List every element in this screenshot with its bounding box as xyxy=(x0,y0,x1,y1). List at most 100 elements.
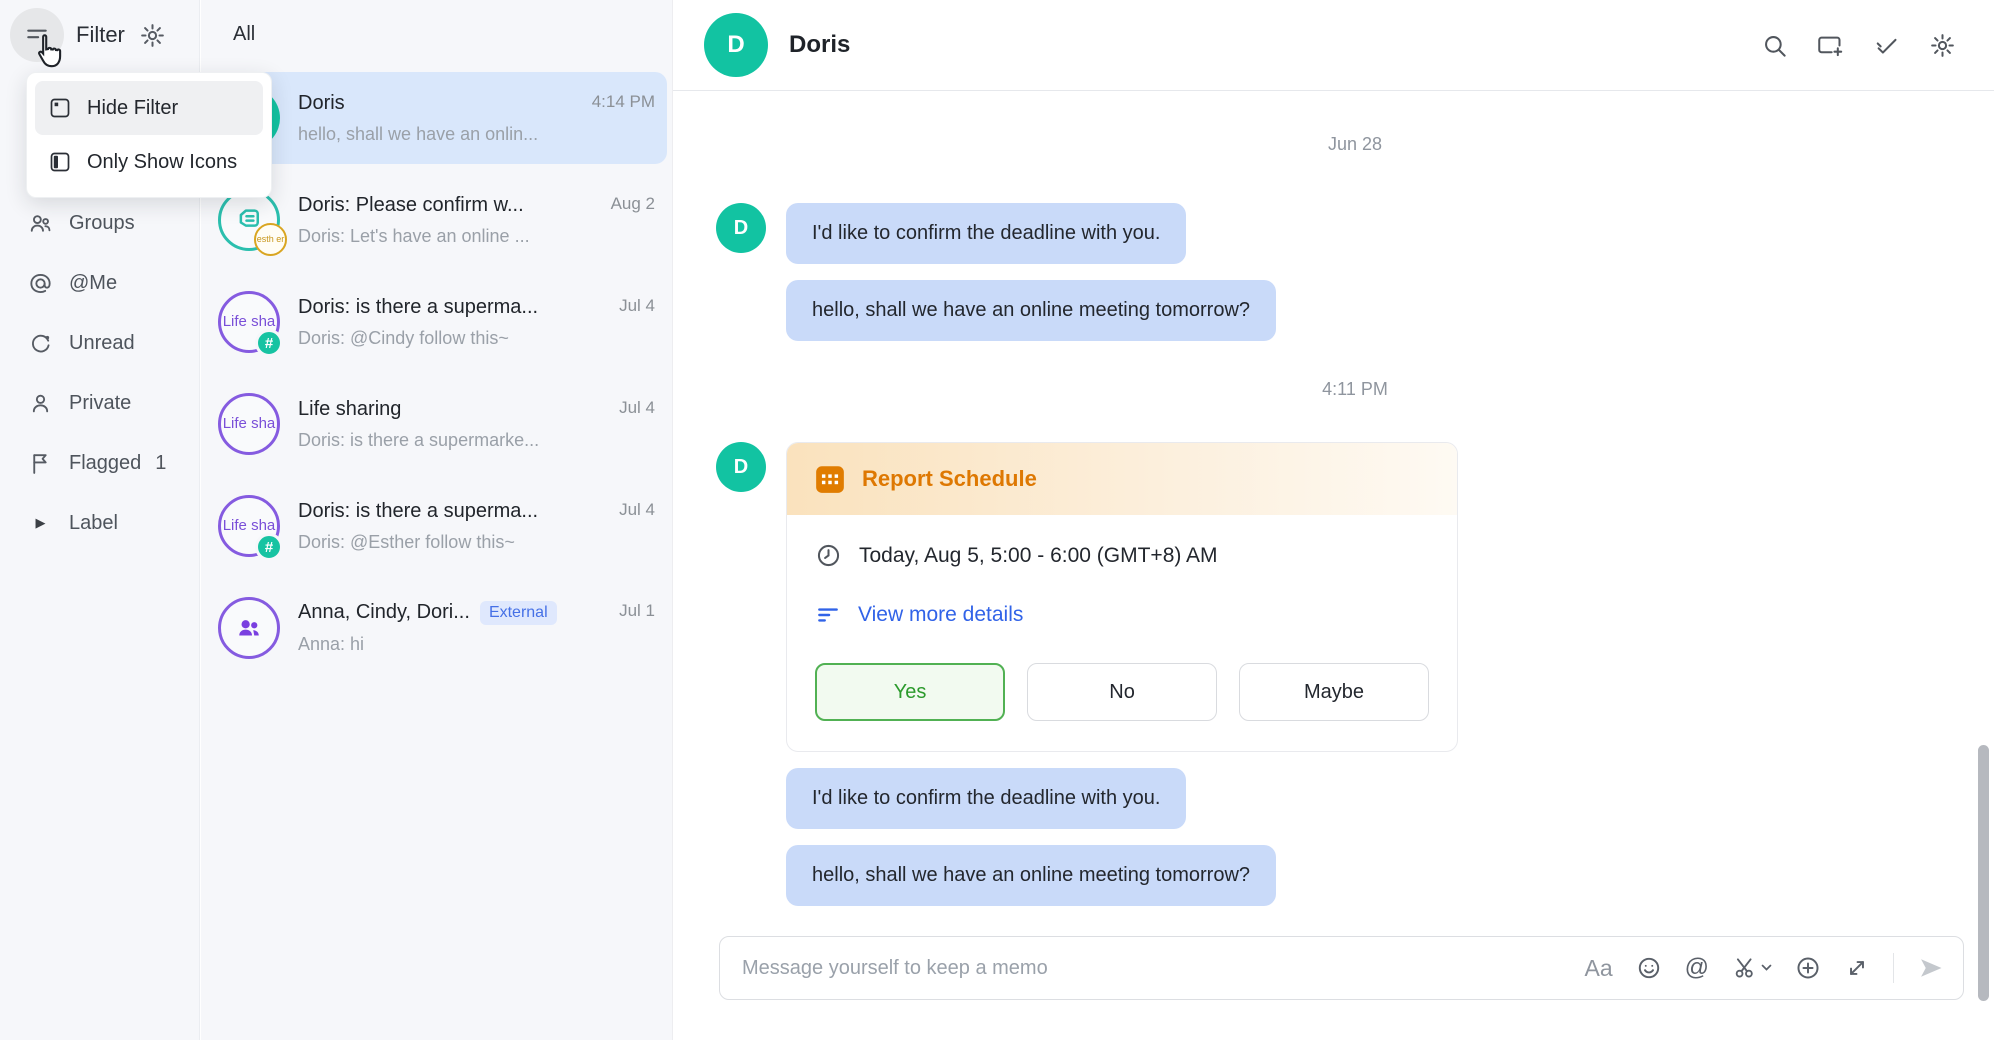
conversation-header: D Doris xyxy=(673,0,1994,91)
group-people-icon xyxy=(234,613,264,643)
only-show-icons-icon xyxy=(48,150,72,174)
event-time: Today, Aug 5, 5:00 - 6:00 (GMT+8) AM xyxy=(859,544,1218,568)
view-more-details-link[interactable]: View more details xyxy=(858,603,1023,627)
sidebar-item-label: Label xyxy=(69,512,118,535)
sidebar-nav: Groups @Me Unread xyxy=(0,193,199,553)
tab-all[interactable]: All xyxy=(233,23,255,46)
emoji-icon[interactable] xyxy=(1636,955,1662,981)
chat-preview: Anna: hi xyxy=(298,634,655,655)
sidebar-item-private[interactable]: Private xyxy=(0,373,199,433)
chat-list-item-doris[interactable]: D Doris 4:14 PM hello, shall we have an … xyxy=(208,72,667,164)
double-check-icon[interactable] xyxy=(1873,32,1900,59)
chat-preview: Doris: @Cindy follow this~ xyxy=(298,328,655,349)
rsvp-no-button[interactable]: No xyxy=(1027,663,1217,721)
chat-list-item-life-sharing[interactable]: Life sha Life sharing Jul 4 Doris: is th… xyxy=(208,378,667,470)
hand-cursor-icon xyxy=(28,30,68,72)
rsvp-yes-button[interactable]: Yes xyxy=(815,663,1005,721)
esther-avatar-badge: esth er xyxy=(254,223,287,256)
date-separator: Jun 28 xyxy=(716,134,1994,155)
avatar: Life sha # xyxy=(218,291,280,353)
groups-icon xyxy=(27,211,54,236)
chat-title: Anna, Cindy, Dori... xyxy=(298,601,470,624)
conversation-avatar[interactable]: D xyxy=(704,13,768,77)
font-style-icon[interactable]: Aa xyxy=(1584,955,1612,982)
person-icon xyxy=(27,391,54,416)
rsvp-maybe-button[interactable]: Maybe xyxy=(1239,663,1429,721)
agenda-lines-icon xyxy=(815,602,841,628)
message-group: D I'd like to confirm the deadline with … xyxy=(716,203,1994,341)
expand-composer-icon[interactable] xyxy=(1844,955,1870,981)
time-separator: 4:11 PM xyxy=(716,379,1994,400)
chat-time: Jul 1 xyxy=(611,601,655,621)
chat-time: Jul 4 xyxy=(611,500,655,520)
chat-title: Doris: is there a superma... xyxy=(298,296,538,319)
chat-time: Jul 4 xyxy=(611,398,655,418)
message-input[interactable] xyxy=(742,957,1584,980)
sidebar: Filter Hide Filter xyxy=(0,0,200,1040)
chat-title: Doris: Please confirm w... xyxy=(298,194,524,217)
chat-preview: Doris: @Esther follow this~ xyxy=(298,532,655,553)
chat-preview: Doris: Let's have an online ... xyxy=(298,226,655,247)
chat-time: Jul 4 xyxy=(611,296,655,316)
sender-avatar[interactable]: D xyxy=(716,442,766,492)
menu-item-label: Only Show Icons xyxy=(87,151,237,174)
chat-title: Doris xyxy=(298,92,345,115)
chat-preview: Doris: is there a supermarke... xyxy=(298,430,655,451)
mention-icon[interactable]: @ xyxy=(1685,954,1709,982)
plus-circle-icon[interactable] xyxy=(1795,955,1821,981)
filter-label: Filter xyxy=(76,22,125,48)
sidebar-item-label: @Me xyxy=(69,272,117,295)
sender-avatar[interactable]: D xyxy=(716,203,766,253)
menu-item-only-show-icons[interactable]: Only Show Icons xyxy=(35,135,263,189)
vertical-scrollbar[interactable] xyxy=(1978,745,1989,1001)
chat-list-item-please-confirm[interactable]: esth er Doris: Please confirm w... Aug 2… xyxy=(208,174,667,266)
chat-list-item-supermarket-cindy[interactable]: Life sha # Doris: is there a superma... … xyxy=(208,276,667,368)
flagged-count: 1 xyxy=(155,452,166,475)
sidebar-item-label: Private xyxy=(69,392,131,415)
chat-list-item-supermarket-esther[interactable]: Life sha # Doris: is there a superma... … xyxy=(208,480,667,572)
menu-item-hide-filter[interactable]: Hide Filter xyxy=(35,81,263,135)
new-meeting-icon[interactable] xyxy=(1817,32,1844,59)
message-bubble: I'd like to confirm the deadline with yo… xyxy=(786,768,1186,829)
message-bubble: I'd like to confirm the deadline with yo… xyxy=(786,203,1186,264)
avatar: Life sha xyxy=(218,393,280,455)
sidebar-item-flagged[interactable]: Flagged 1 xyxy=(0,433,199,493)
message-bubble: hello, shall we have an online meeting t… xyxy=(786,845,1276,906)
avatar: Life sha # xyxy=(218,495,280,557)
sidebar-item-groups[interactable]: Groups xyxy=(0,193,199,253)
screenshot-scissors-icon[interactable] xyxy=(1732,955,1772,981)
conversation-panel: D Doris xyxy=(672,0,1994,1040)
sidebar-item-unread[interactable]: Unread xyxy=(0,313,199,373)
filter-dropdown-menu: Hide Filter Only Show Icons xyxy=(26,72,272,198)
message-area: Jun 28 D I'd like to confirm the deadlin… xyxy=(673,92,1994,1040)
external-badge: External xyxy=(480,601,557,625)
composer-divider xyxy=(1893,953,1894,983)
avatar xyxy=(218,597,280,659)
sidebar-item-label: Groups xyxy=(69,212,135,235)
send-icon[interactable] xyxy=(1917,954,1945,982)
chat-preview: hello, shall we have an onlin... xyxy=(298,124,655,145)
sidebar-item-label-section[interactable]: ▶ Label xyxy=(0,493,199,553)
chat-list: D Doris 4:14 PM hello, shall we have an … xyxy=(208,72,667,684)
sidebar-item-at-me[interactable]: @Me xyxy=(0,253,199,313)
message-composer: Aa @ xyxy=(719,936,1964,1000)
chat-title: Life sharing xyxy=(298,398,401,421)
settings-gear-icon[interactable] xyxy=(1929,32,1956,59)
mention-icon xyxy=(27,271,54,296)
filter-settings-gear-icon[interactable] xyxy=(139,22,166,49)
expand-arrow-icon[interactable]: ▶ xyxy=(27,515,54,531)
hide-filter-icon xyxy=(48,96,72,120)
chat-list-item-group-anna-cindy[interactable]: Anna, Cindy, Dori... External Jul 1 Anna… xyxy=(208,582,667,674)
calendar-icon xyxy=(815,464,845,494)
flag-icon xyxy=(27,451,54,476)
chat-time: 4:14 PM xyxy=(584,92,655,112)
menu-item-label: Hide Filter xyxy=(87,97,178,120)
topic-hash-badge: # xyxy=(255,533,283,561)
chevron-down-icon xyxy=(1761,964,1772,972)
sidebar-item-label: Flagged xyxy=(69,452,141,475)
unread-icon xyxy=(27,331,54,356)
filter-row: Filter xyxy=(0,0,199,62)
message-group: D Report Schedule xyxy=(716,442,1994,752)
search-icon[interactable] xyxy=(1761,32,1788,59)
clock-icon xyxy=(815,542,842,569)
